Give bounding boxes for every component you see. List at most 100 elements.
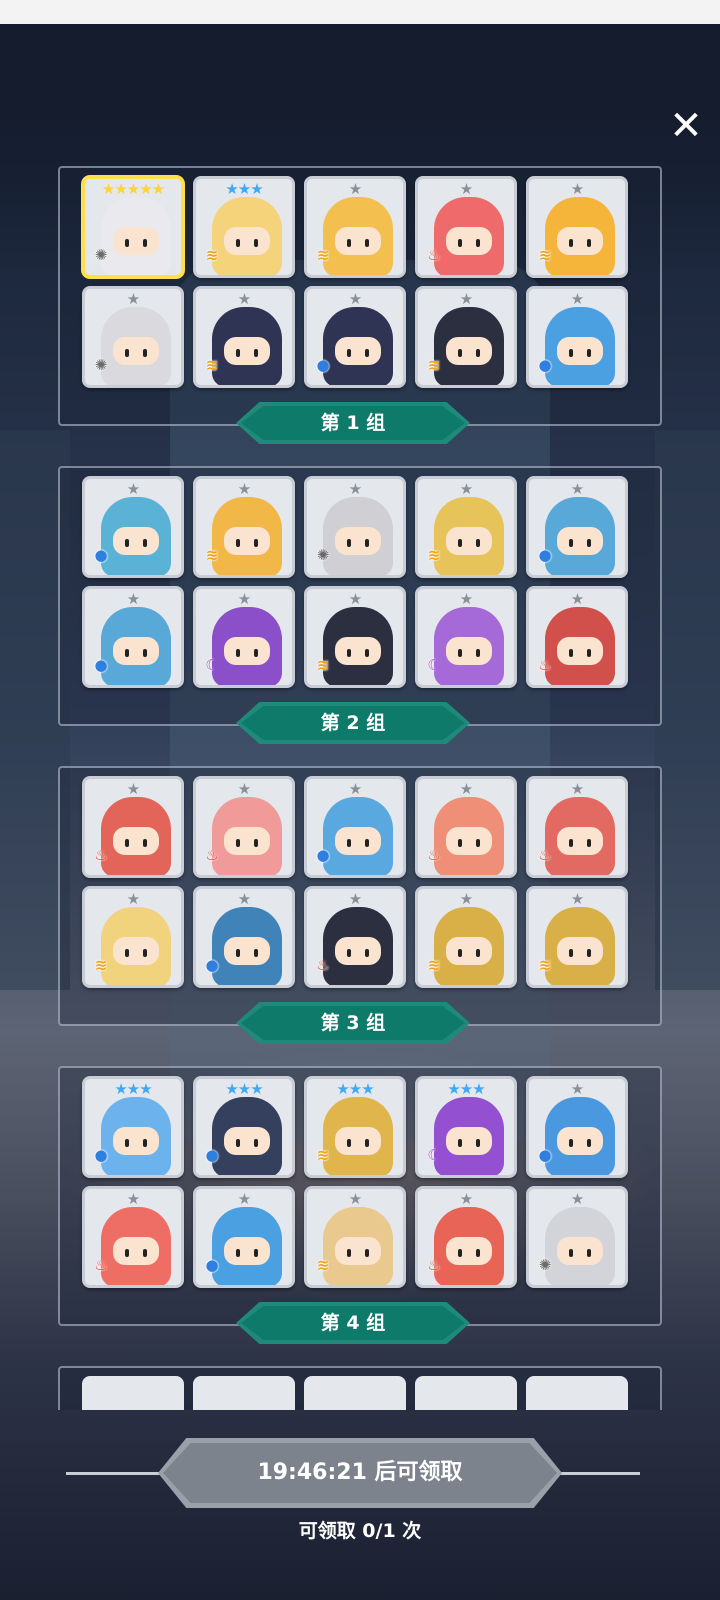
hero-face (446, 637, 492, 665)
light-element-icon: ✺ (538, 1256, 552, 1274)
hero-eye (365, 539, 369, 547)
group-label: 第 2 组 (241, 706, 465, 740)
hero-eye (125, 949, 129, 957)
hero-card[interactable]: ★ ♨ (304, 886, 406, 988)
hero-eye (365, 1249, 369, 1257)
hero-card[interactable]: ★ ● (82, 476, 184, 578)
hero-card[interactable]: ★ ● (304, 286, 406, 388)
group-label: 第 3 组 (241, 1006, 465, 1040)
hero-card[interactable]: ★★★★★ ✺ (82, 176, 184, 278)
hero-eye (236, 349, 240, 357)
hero-face (557, 637, 603, 665)
hero-eye (458, 649, 462, 657)
hero-card[interactable]: ★ ≋ (526, 886, 628, 988)
hero-card[interactable]: ★ ● (526, 476, 628, 578)
light-element-icon: ✺ (94, 246, 108, 264)
wind-element-icon: ≋ (316, 656, 330, 674)
hero-card[interactable]: ★ ♨ (82, 776, 184, 878)
hero-card[interactable]: ★ ≋ (304, 176, 406, 278)
hero-eye (587, 349, 591, 357)
hero-card[interactable]: ★★★ ● (193, 1076, 295, 1178)
claim-button-label: 19:46:21 后可领取 (163, 1443, 557, 1503)
hero-card[interactable] (304, 1376, 406, 1410)
hero-card[interactable]: ★ ● (82, 586, 184, 688)
hero-face (335, 1237, 381, 1265)
hero-eye (254, 649, 258, 657)
hero-eye (476, 839, 480, 847)
hero-eye (476, 539, 480, 547)
wind-element-icon: ≋ (205, 246, 219, 264)
hero-eye (236, 839, 240, 847)
hero-card[interactable]: ★ ≋ (415, 286, 517, 388)
close-icon[interactable]: ✕ (662, 102, 710, 150)
hero-card[interactable]: ★ ≋ (82, 886, 184, 988)
hero-card[interactable]: ★ ≋ (526, 176, 628, 278)
hero-card[interactable] (193, 1376, 295, 1410)
hero-card[interactable]: ★ ≋ (415, 886, 517, 988)
hero-row: ★ ♨ ★ ♨ ★ ● ★ ♨ ★ ♨ (82, 776, 642, 878)
hero-card[interactable]: ★ ≋ (193, 476, 295, 578)
hero-card[interactable]: ★ ☾ (415, 586, 517, 688)
hero-group: ★★★★★ ✺ ★★★ ≋ ★ ≋ ★ ♨ ★ ≋ ★ ✺ ★ ≋ ★ ● ★ ≋ ★ ● 第 1 组 (58, 166, 662, 444)
hero-card[interactable]: ★ ✺ (526, 1186, 628, 1288)
hero-card[interactable]: ★ ≋ (304, 1186, 406, 1288)
hero-card[interactable]: ★ ♨ (193, 776, 295, 878)
star-rating-icon: ★ (348, 290, 362, 308)
star-rating-icon: ★ (459, 890, 473, 908)
star-rating-icon: ★ (237, 780, 251, 798)
wind-element-icon: ≋ (427, 956, 441, 974)
hero-card[interactable]: ★ ● (193, 1186, 295, 1288)
wind-element-icon: ≋ (205, 356, 219, 374)
hero-card[interactable] (82, 1376, 184, 1410)
hero-card[interactable]: ★ ● (304, 776, 406, 878)
hero-eye (143, 949, 147, 957)
star-rating-icon: ★ (126, 290, 140, 308)
hero-group: ★ ● ★ ≋ ★ ✺ ★ ≋ ★ ● ★ ● ★ ☾ ★ ≋ ★ ☾ ★ ♨ 第 2 组 (58, 466, 662, 744)
light-element-icon: ✺ (316, 546, 330, 564)
hero-card[interactable]: ★ ≋ (415, 476, 517, 578)
hero-face (557, 827, 603, 855)
hero-row: ★ ● ★ ≋ ★ ✺ ★ ≋ ★ ● (82, 476, 642, 578)
hero-card[interactable]: ★ ≋ (193, 286, 295, 388)
hero-card[interactable]: ★ ♨ (526, 776, 628, 878)
hero-card[interactable] (415, 1376, 517, 1410)
wind-element-icon: ≋ (205, 546, 219, 564)
star-rating-icon: ★ (126, 480, 140, 498)
hero-card[interactable]: ★ ♨ (526, 586, 628, 688)
hero-face (113, 337, 159, 365)
hero-card[interactable]: ★★★ ● (82, 1076, 184, 1178)
hero-face (335, 937, 381, 965)
hero-card[interactable]: ★ ♨ (415, 776, 517, 878)
hero-face (113, 937, 159, 965)
hero-face (224, 337, 270, 365)
hero-card[interactable]: ★ ● (526, 1076, 628, 1178)
hero-card[interactable]: ★ ≋ (304, 586, 406, 688)
star-rating-icon: ★★★ (447, 1080, 485, 1098)
hero-card[interactable]: ★ ☾ (193, 586, 295, 688)
hero-card[interactable]: ★ ✺ (304, 476, 406, 578)
star-rating-icon: ★ (348, 780, 362, 798)
hero-card[interactable]: ★ ♨ (415, 1186, 517, 1288)
hero-eye (143, 349, 147, 357)
hero-card[interactable]: ★★★ ☾ (415, 1076, 517, 1178)
hero-card[interactable] (526, 1376, 628, 1410)
hero-eye (125, 649, 129, 657)
hero-face (113, 227, 159, 255)
claim-count-text: 可领取 0/1 次 (298, 1520, 422, 1542)
hero-eye (236, 1139, 240, 1147)
hero-card[interactable]: ★ ♨ (415, 176, 517, 278)
hero-group-list[interactable]: ★★★★★ ✺ ★★★ ≋ ★ ≋ ★ ♨ ★ ≋ ★ ✺ ★ ≋ ★ ● ★ ≋ ★ ● 第 1 组 ★ ● ★ ≋ ★ ✺ ★ ≋ ★… (0, 160, 720, 1410)
group-label: 第 4 组 (241, 1306, 465, 1340)
hero-face (113, 1127, 159, 1155)
hero-card[interactable]: ★ ● (526, 286, 628, 388)
claim-button[interactable]: 19:46:21 后可领取 (158, 1438, 562, 1508)
group-label-ribbon: 第 1 组 (236, 402, 470, 444)
star-rating-icon: ★ (570, 180, 584, 198)
hero-row: ★★★★★ ✺ ★★★ ≋ ★ ≋ ★ ♨ ★ ≋ (82, 176, 642, 278)
hero-card[interactable]: ★ ✺ (82, 286, 184, 388)
hero-card[interactable]: ★ ● (193, 886, 295, 988)
hero-card[interactable]: ★★★ ≋ (304, 1076, 406, 1178)
hero-card[interactable]: ★★★ ≋ (193, 176, 295, 278)
hero-card[interactable]: ★ ♨ (82, 1186, 184, 1288)
hero-face (224, 827, 270, 855)
